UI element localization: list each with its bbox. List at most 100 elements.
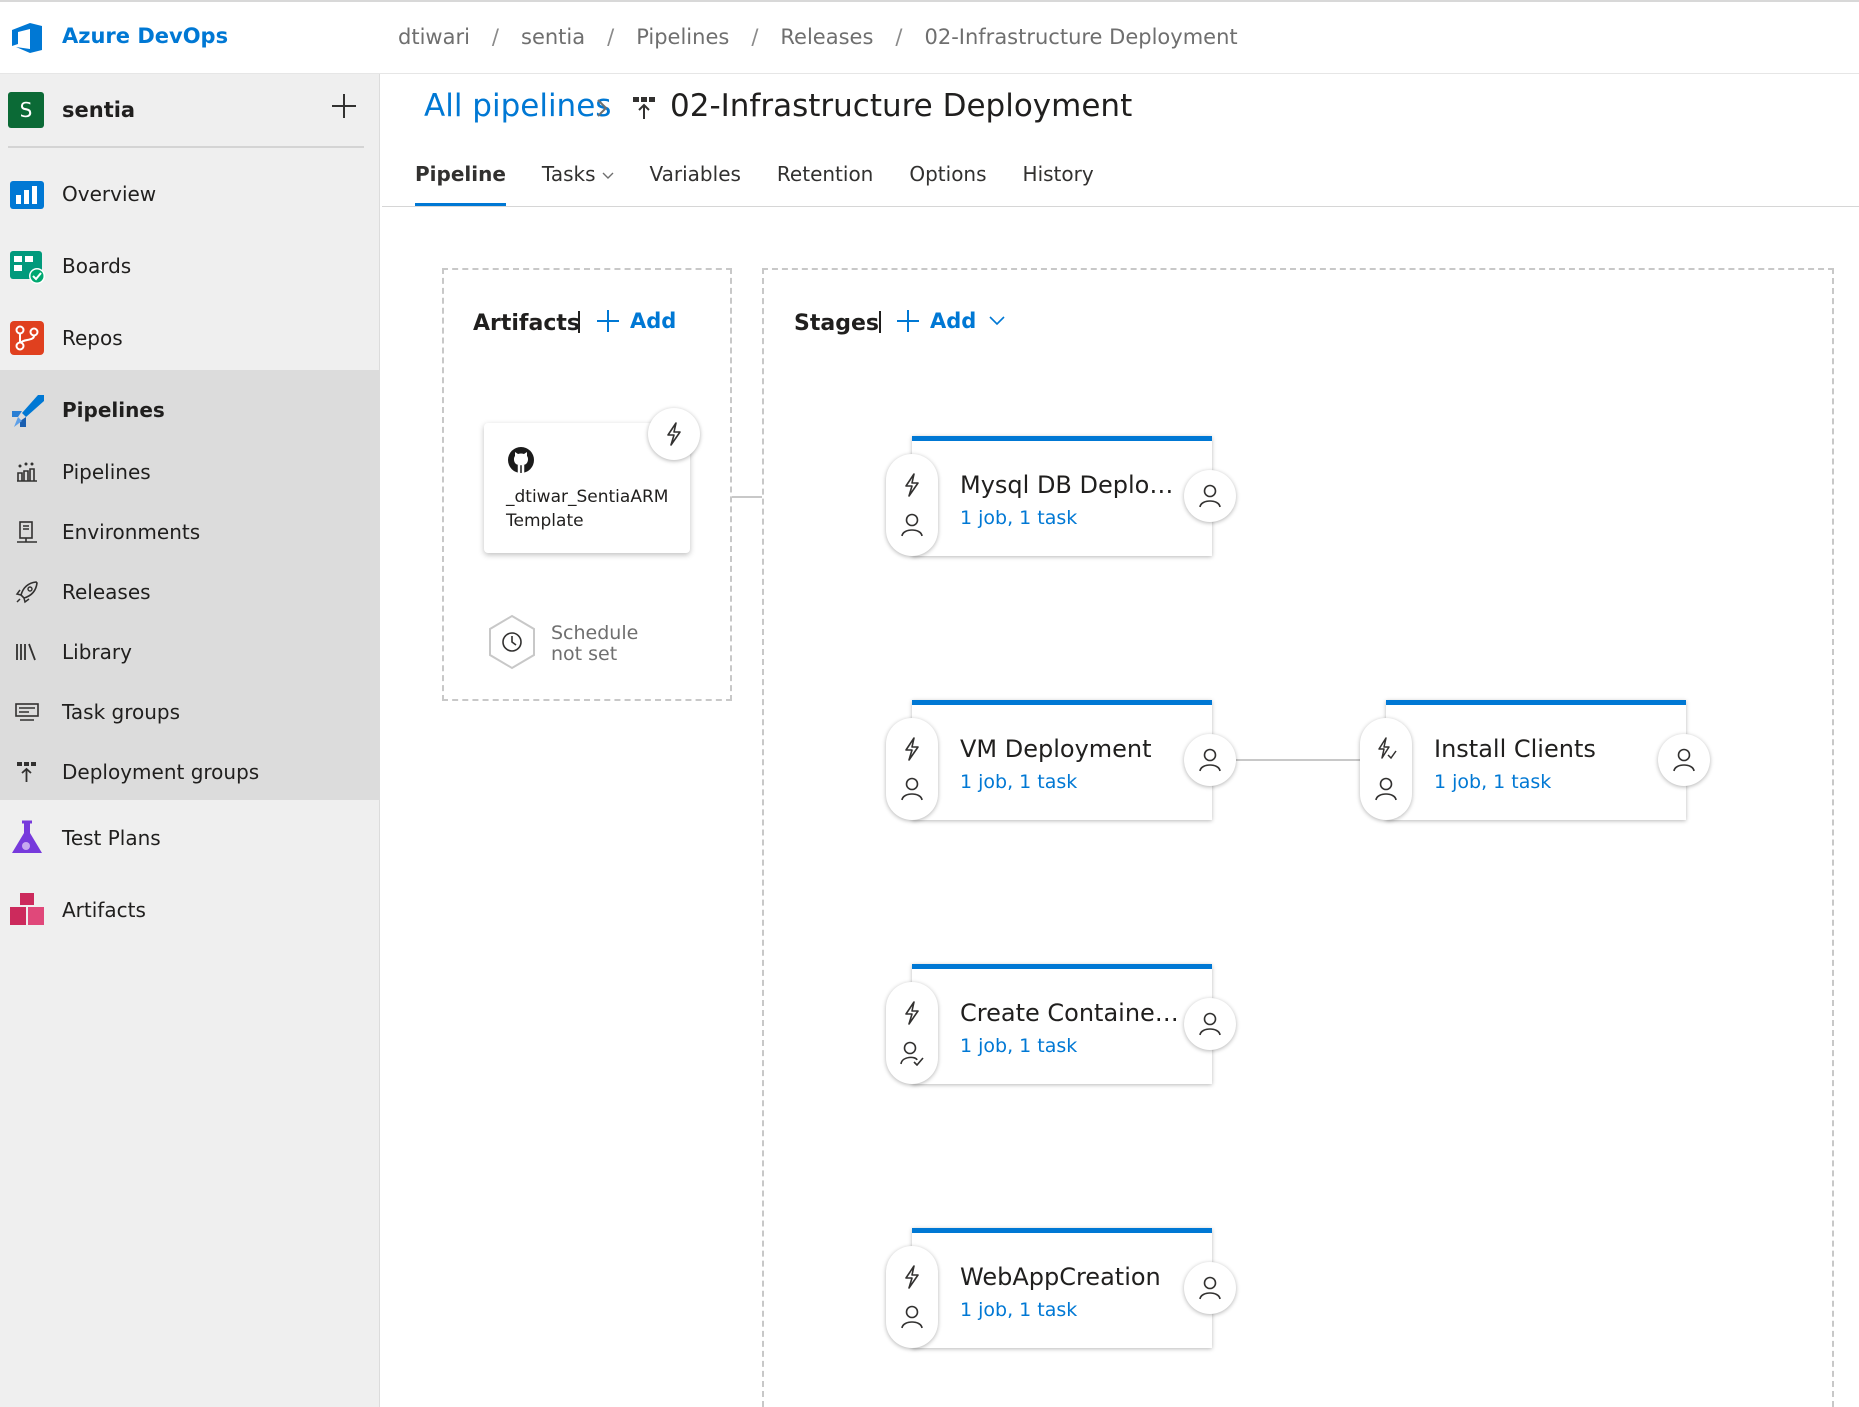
breadcrumb-separator: /: [895, 25, 903, 49]
stage-card[interactable]: Mysql DB Deploy... 1 job, 1 task: [912, 436, 1212, 556]
sidebar-item-label: Overview: [62, 182, 157, 206]
tab-history[interactable]: History: [1023, 162, 1094, 208]
post-deployment-conditions[interactable]: [1184, 998, 1236, 1050]
pre-deployment-conditions[interactable]: [886, 1246, 938, 1348]
tab-label: Retention: [776, 162, 874, 186]
sidebar-item-repos[interactable]: Repos: [0, 316, 380, 360]
stage-summary-link[interactable]: 1 job, 1 task: [1434, 771, 1551, 793]
sidebar-item-label: Deployment groups: [62, 760, 260, 784]
environments-icon: [17, 521, 37, 543]
schedule-status[interactable]: Schedule not set: [551, 623, 661, 665]
person-icon: [901, 1305, 923, 1329]
breadcrumb-releases[interactable]: Releases: [780, 25, 873, 49]
sidebar-item-pipelines[interactable]: Pipelines: [0, 388, 380, 432]
post-deployment-conditions[interactable]: [1184, 734, 1236, 786]
breadcrumb-project[interactable]: sentia: [521, 25, 585, 49]
sidebar-item-boards[interactable]: Boards: [0, 244, 380, 288]
person-icon: [1199, 1276, 1221, 1300]
lightning-icon: [905, 1265, 919, 1289]
sidebar-subitem-library[interactable]: Library: [0, 632, 380, 672]
sidebar-subitem-environments[interactable]: Environments: [0, 512, 380, 552]
lightning-icon: [905, 737, 919, 761]
lightning-icon: [905, 1001, 919, 1025]
divider: [578, 311, 580, 333]
project-header[interactable]: S sentia: [0, 74, 380, 146]
breadcrumb-separator: /: [751, 25, 759, 49]
tab-tasks[interactable]: Tasks: [542, 162, 614, 208]
pre-deployment-conditions[interactable]: [1360, 718, 1412, 820]
all-pipelines-link[interactable]: All pipelines: [424, 88, 611, 124]
sidebar-subitem-releases[interactable]: Releases: [0, 572, 380, 612]
sidebar: S sentia Overview Boards Repos Pipelines…: [0, 74, 380, 1407]
github-icon: [508, 447, 534, 473]
tab-pipeline[interactable]: Pipeline: [415, 162, 506, 208]
azure-devops-logo-icon[interactable]: [8, 20, 48, 56]
breadcrumb-pipelines[interactable]: Pipelines: [636, 25, 729, 49]
task-groups-icon: [15, 703, 39, 721]
chevron-down-icon: [989, 316, 1005, 326]
stage-name: Mysql DB Deploy...: [960, 471, 1180, 499]
breadcrumb: dtiwari / sentia / Pipelines / Releases …: [398, 25, 1238, 49]
pre-deployment-conditions[interactable]: [886, 454, 938, 556]
releases-icon: [15, 581, 38, 604]
tab-label: Pipeline: [415, 162, 506, 186]
tab-label: Tasks: [541, 162, 596, 186]
add-artifact-button[interactable]: Add: [596, 309, 676, 333]
stage-summary-link[interactable]: 1 job, 1 task: [960, 507, 1077, 529]
overview-icon: [10, 181, 44, 209]
tab-variables[interactable]: Variables: [650, 162, 741, 208]
person-icon: [1199, 748, 1221, 772]
sidebar-item-label: Repos: [62, 326, 123, 350]
add-stage-button[interactable]: Add: [896, 309, 1016, 333]
continuous-deployment-trigger[interactable]: [648, 408, 700, 460]
post-deployment-conditions[interactable]: [1184, 470, 1236, 522]
stage-card[interactable]: WebAppCreation 1 job, 1 task: [912, 1228, 1212, 1348]
pipelines-icon: [12, 395, 44, 427]
person-icon: [901, 513, 923, 537]
project-name: sentia: [62, 98, 136, 122]
test-plans-icon: [12, 820, 42, 853]
tab-label: Variables: [649, 162, 741, 186]
sidebar-item-overview[interactable]: Overview: [0, 172, 380, 216]
sidebar-subitem-task-groups[interactable]: Task groups: [0, 692, 380, 732]
stage-name: Install Clients: [1434, 735, 1596, 763]
stage-summary-link[interactable]: 1 job, 1 task: [960, 1035, 1077, 1057]
schedule-icon[interactable]: [486, 614, 538, 670]
post-deployment-conditions[interactable]: [1184, 1262, 1236, 1314]
tab-options[interactable]: Options: [909, 162, 986, 208]
stage-card[interactable]: VM Deployment 1 job, 1 task: [912, 700, 1212, 820]
pre-deployment-conditions[interactable]: [886, 718, 938, 820]
library-icon: [16, 643, 36, 661]
brand-name[interactable]: Azure DevOps: [62, 24, 228, 48]
stage-name: Create Container R...: [960, 999, 1180, 1027]
person-icon: [1375, 777, 1397, 801]
divider: [382, 206, 1859, 207]
breadcrumb-current[interactable]: 02-Infrastructure Deployment: [924, 25, 1237, 49]
stage-card[interactable]: Create Container R... 1 job, 1 task: [912, 964, 1212, 1084]
sidebar-subitem-pipelines[interactable]: Pipelines: [0, 452, 380, 492]
tab-retention[interactable]: Retention: [777, 162, 873, 208]
tab-bar: Pipeline Tasks Variables Retention Optio…: [415, 162, 1130, 208]
artifact-name[interactable]: _dtiwar_SentiaARMTemplate: [506, 485, 676, 533]
repos-icon: [10, 321, 44, 355]
breadcrumb-org[interactable]: dtiwari: [398, 25, 470, 49]
pre-deployment-conditions[interactable]: [886, 982, 938, 1084]
person-icon: [901, 777, 923, 801]
lightning-icon: [905, 473, 919, 497]
stage-summary-link[interactable]: 1 job, 1 task: [960, 1299, 1077, 1321]
add-icon: [597, 310, 619, 332]
tab-label: Options: [909, 162, 987, 186]
stage-summary-link[interactable]: 1 job, 1 task: [960, 771, 1077, 793]
artifacts-title: Artifacts: [473, 311, 581, 336]
post-deployment-conditions[interactable]: [1658, 734, 1710, 786]
sidebar-item-label: Test Plans: [62, 826, 161, 850]
add-icon[interactable]: [328, 90, 360, 122]
sidebar-item-label: Releases: [62, 580, 151, 604]
sidebar-item-artifacts[interactable]: Artifacts: [0, 888, 380, 932]
connector-line: [1236, 759, 1360, 761]
lightning-icon: [667, 422, 681, 446]
sidebar-item-test-plans[interactable]: Test Plans: [0, 816, 380, 860]
sidebar-subitem-deployment-groups[interactable]: Deployment groups: [0, 752, 380, 792]
stage-card[interactable]: Install Clients 1 job, 1 task: [1386, 700, 1686, 820]
person-icon: [1199, 484, 1221, 508]
